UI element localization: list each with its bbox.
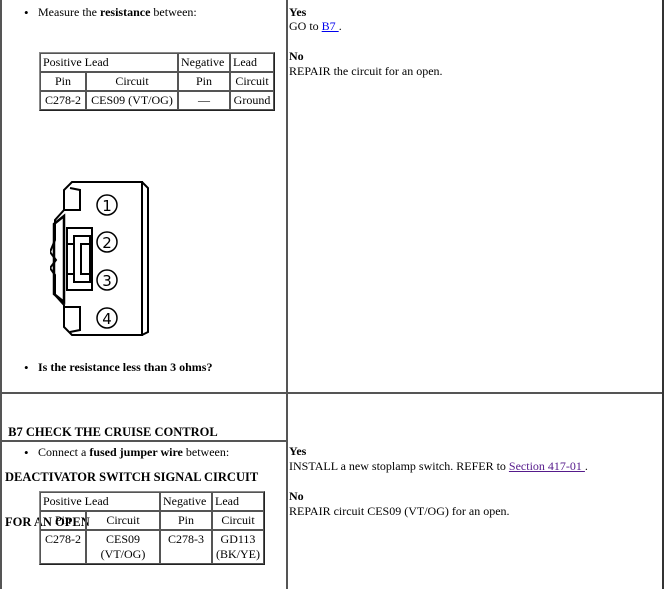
table-row: Positive Lead Negative Lead: [40, 53, 274, 72]
lead-header: Lead: [230, 53, 274, 72]
b6-leads-table: Positive Lead Negative Lead Pin Circuit …: [39, 52, 275, 111]
col-header-circuit: Circuit: [212, 511, 264, 530]
col-header-circuit: Circuit: [86, 72, 178, 91]
cell-circuit: CES09 (VT/OG): [86, 530, 160, 564]
b6-question-text: Is the resistance less than 3 ohms?: [38, 360, 213, 374]
b7-no-text: REPAIR circuit CES09 (VT/OG) for an open…: [289, 504, 510, 518]
cell-pin: C278-2: [40, 530, 86, 564]
table-row: Pin Circuit Pin Circuit: [40, 511, 264, 530]
col-header-circuit: Circuit: [230, 72, 274, 91]
b6-instruction-prefix: Measure the: [38, 5, 100, 19]
cell-pin: C278-2: [40, 91, 86, 110]
b7-heading-line: B7 CHECK THE CRUISE CONTROL: [5, 425, 218, 439]
pin-label: 4: [102, 310, 112, 328]
cell-pin: C278-3: [160, 530, 212, 564]
b7-leads-table: Positive Lead Negative Lead Pin Circuit …: [39, 491, 265, 565]
cell-circuit: Ground: [230, 91, 274, 110]
table-row: C278-2 CES09 (VT/OG) — Ground: [40, 91, 274, 110]
b7-instruction: Connect a fused jumper wire between:: [24, 445, 229, 460]
negative-header: Negative: [160, 492, 212, 511]
row-divider-b7: [2, 392, 662, 394]
pin-label: 1: [102, 197, 112, 215]
cell-circuit: GD113 (BK/YE): [212, 530, 264, 564]
b6-yes-text: GO to B7 .: [289, 19, 342, 33]
cell-pin: —: [178, 91, 230, 110]
col-header-pin: Pin: [40, 72, 86, 91]
b6-instruction: Measure the resistance between:: [24, 5, 197, 20]
col-header-pin: Pin: [160, 511, 212, 530]
b6-question: Is the resistance less than 3 ohms?: [24, 360, 213, 375]
pin-label: 2: [102, 234, 112, 252]
cell-circuit: CES09 (VT/OG): [86, 91, 178, 110]
col-header-circuit: Circuit: [86, 511, 160, 530]
b6-instruction-suffix: between:: [150, 5, 197, 19]
table-row: C278-2 CES09 (VT/OG) C278-3 GD113 (BK/YE): [40, 530, 264, 564]
b6-instruction-bold: resistance: [99, 5, 151, 19]
positive-lead-header: Positive Lead: [40, 492, 160, 511]
b7-instruction-bold: fused jumper wire: [89, 445, 183, 459]
connector-pins: 1 2 3 4: [96, 194, 118, 329]
negative-header: Negative: [178, 53, 230, 72]
b7-heading-line: DEACTIVATOR SWITCH SIGNAL CIRCUIT: [5, 470, 259, 484]
column-divider: [286, 0, 288, 589]
b7-yes-text: INSTALL a new stoplamp switch. REFER to …: [289, 459, 588, 473]
positive-lead-header: Positive Lead: [40, 53, 178, 72]
connector-diagram-icon: 1 2 3 4: [50, 181, 149, 336]
table-row: Pin Circuit Pin Circuit: [40, 72, 274, 91]
col-header-pin: Pin: [40, 511, 86, 530]
b6-no-text: REPAIR the circuit for an open.: [289, 64, 443, 78]
goto-b7-link[interactable]: B7: [322, 19, 339, 33]
pin-label: 3: [102, 272, 112, 290]
b7-yes-label: Yes: [289, 444, 307, 458]
lead-header: Lead: [212, 492, 264, 511]
b6-no-label: No: [289, 49, 304, 63]
b7-no-label: No: [289, 489, 304, 503]
b6-yes-label: Yes: [289, 5, 307, 19]
section-417-01-link[interactable]: Section 417-01: [509, 459, 585, 473]
col-header-pin: Pin: [178, 72, 230, 91]
table-row: Positive Lead Negative Lead: [40, 492, 264, 511]
